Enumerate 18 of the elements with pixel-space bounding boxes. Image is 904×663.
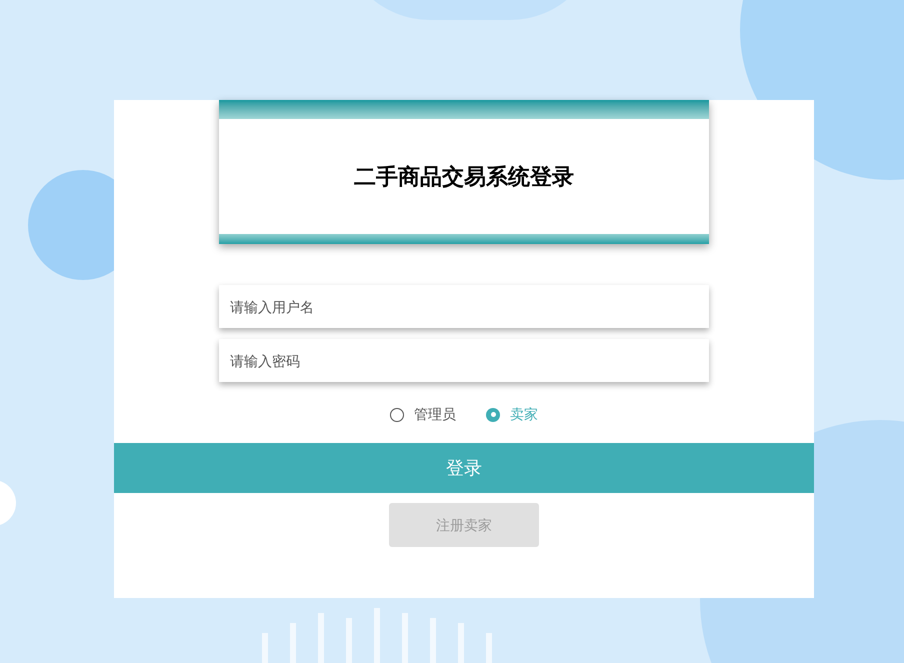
decoration-bar: [486, 633, 492, 663]
decoration-bar: [262, 633, 268, 663]
decoration-bar: [290, 623, 296, 663]
input-field[interactable]: 请输入密码: [219, 339, 709, 382]
radio-button[interactable]: [486, 408, 500, 422]
decoration-bar: [346, 618, 352, 663]
decoration-bar: [402, 613, 408, 663]
decoration-bar: [318, 613, 324, 663]
page-title: 二手商品交易系统登录: [354, 163, 574, 191]
input-field[interactable]: 请输入用户名: [219, 285, 709, 328]
radio-button[interactable]: [390, 408, 404, 422]
login-button[interactable]: 登录: [114, 443, 814, 493]
register-button[interactable]: 注册卖家: [389, 503, 539, 547]
decoration-bar: [430, 618, 436, 663]
radio-label[interactable]: 管理员: [414, 404, 456, 425]
radio-label[interactable]: 卖家: [510, 404, 538, 425]
decoration-bar: [374, 608, 380, 663]
decoration-bar: [458, 623, 464, 663]
